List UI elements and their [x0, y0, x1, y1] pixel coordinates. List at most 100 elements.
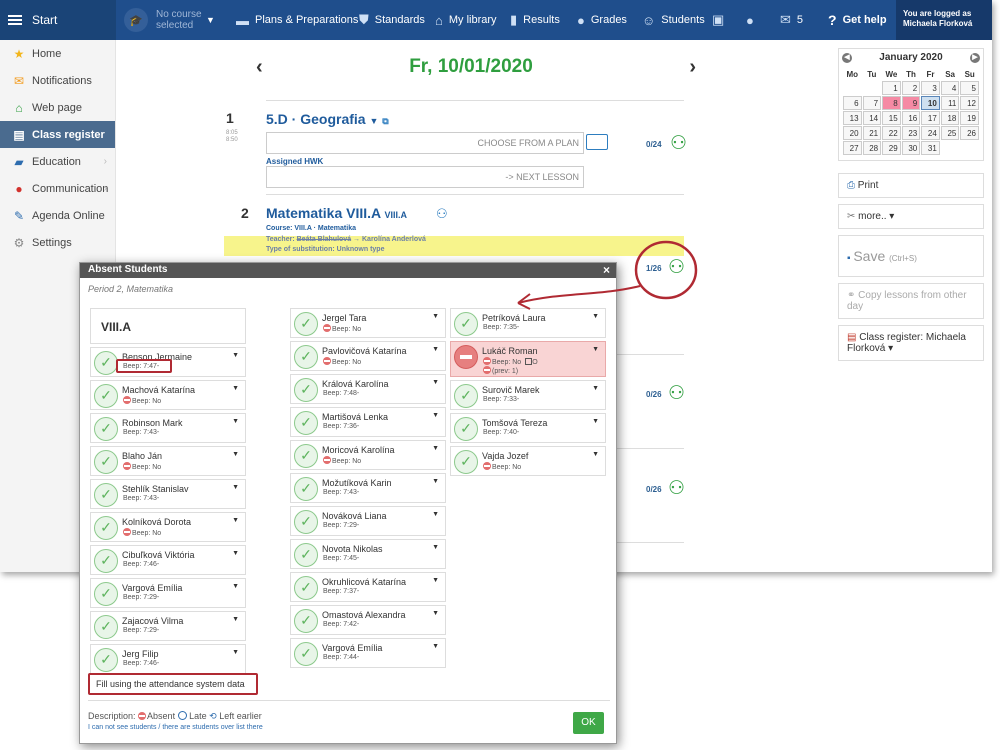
- calendar-day[interactable]: 20: [843, 126, 862, 140]
- close-icon[interactable]: ×: [603, 263, 610, 277]
- dropdown-caret-icon[interactable]: ▼: [592, 385, 599, 392]
- save-button[interactable]: ▪ Save (Ctrl+S): [838, 235, 984, 277]
- messages-button[interactable]: ✉ 5: [780, 0, 803, 40]
- students-attendance-icon[interactable]: ⚇: [670, 132, 687, 155]
- student-card[interactable]: ✓ Robinson Mark Beep: 7:43- ▼: [90, 413, 246, 443]
- present-check-icon[interactable]: ✓: [294, 477, 318, 501]
- present-check-icon[interactable]: ✓: [294, 312, 318, 336]
- present-check-icon[interactable]: ✓: [94, 549, 118, 573]
- calendar-day[interactable]: 27: [843, 141, 862, 155]
- present-check-icon[interactable]: ✓: [294, 576, 318, 600]
- dropdown-caret-icon[interactable]: ▼: [592, 313, 599, 320]
- calendar-day[interactable]: 6: [843, 96, 862, 110]
- present-check-icon[interactable]: ✓: [294, 543, 318, 567]
- student-card[interactable]: ✓ Jerg Filip Beep: 7:46- ▼: [90, 644, 246, 674]
- dropdown-caret-icon[interactable]: ▼: [592, 451, 599, 458]
- dropdown-caret-icon[interactable]: ▼: [432, 610, 439, 617]
- ok-button[interactable]: OK: [573, 712, 604, 734]
- calendar-day[interactable]: 29: [882, 141, 901, 155]
- nav-my-library[interactable]: ⌂ My library: [435, 0, 497, 40]
- more-button[interactable]: ✂ more.. ▾: [838, 204, 984, 229]
- next-day-button[interactable]: ›: [689, 56, 696, 79]
- dropdown-caret-icon[interactable]: ▼: [432, 313, 439, 320]
- student-card[interactable]: ✓ Blaho Ján Beep: No ▼: [90, 446, 246, 476]
- present-check-icon[interactable]: ✓: [294, 345, 318, 369]
- student-card[interactable]: ✓ Možutíková Karin Beep: 7:43- ▼: [290, 473, 446, 503]
- start-menu-button[interactable]: Start: [0, 0, 116, 40]
- lesson-title[interactable]: Matematika VIII.A VIII.A: [266, 205, 407, 221]
- present-check-icon[interactable]: ✓: [454, 312, 478, 336]
- calendar-day[interactable]: 8: [882, 96, 901, 110]
- students-attendance-icon[interactable]: ⚇: [668, 382, 685, 405]
- present-check-icon[interactable]: ✓: [94, 417, 118, 441]
- student-card[interactable]: ✓ Kolníková Dorota Beep: No ▼: [90, 512, 246, 542]
- dropdown-caret-icon[interactable]: ▼: [232, 418, 239, 425]
- student-card[interactable]: ✓ Petríková Laura Beep: 7:35- ▼: [450, 308, 606, 338]
- present-check-icon[interactable]: ✓: [294, 378, 318, 402]
- present-check-icon[interactable]: ✓: [94, 450, 118, 474]
- calendar-day[interactable]: 1: [882, 81, 901, 95]
- present-check-icon[interactable]: ✓: [294, 510, 318, 534]
- dropdown-caret-icon[interactable]: ▼: [232, 616, 239, 623]
- present-check-icon[interactable]: ✓: [454, 384, 478, 408]
- calendar-day[interactable]: 12: [960, 96, 979, 110]
- sidebar-item-agenda-online[interactable]: ✎ Agenda Online: [0, 202, 115, 229]
- dropdown-caret-icon[interactable]: ▼: [592, 346, 599, 353]
- chat-button[interactable]: ●: [746, 0, 760, 40]
- sidebar-item-notifications[interactable]: ✉ Notifications: [0, 67, 115, 94]
- copy-lessons-button[interactable]: ⚭ Copy lessons from other day: [838, 283, 984, 319]
- cant-see-students-link[interactable]: I can not see students / there are stude…: [88, 724, 263, 731]
- course-selector[interactable]: 🎓 No course selected ▼: [124, 6, 215, 34]
- student-card[interactable]: ✓ Stehlík Stanislav Beep: 7:43- ▼: [90, 479, 246, 509]
- dropdown-caret-icon[interactable]: ▼: [432, 544, 439, 551]
- sidebar-item-class-register[interactable]: ▤ Class register: [0, 121, 115, 148]
- dropdown-caret-icon[interactable]: ▼: [232, 649, 239, 656]
- student-card[interactable]: ✓ Martišová Lenka Beep: 7:36- ▼: [290, 407, 446, 437]
- plan-chooser[interactable]: CHOOSE FROM A PLAN: [266, 132, 584, 154]
- dropdown-caret-icon[interactable]: ▼: [232, 451, 239, 458]
- calendar-day[interactable]: 4: [940, 81, 960, 95]
- sidebar-item-settings[interactable]: ⚙ Settings: [0, 229, 115, 256]
- present-check-icon[interactable]: ✓: [94, 615, 118, 639]
- sidebar-item-web-page[interactable]: ⌂ Web page: [0, 94, 115, 121]
- dropdown-caret-icon[interactable]: ▼: [232, 583, 239, 590]
- dropdown-caret-icon[interactable]: ▼: [432, 577, 439, 584]
- student-card[interactable]: ✓ Tomšová Tereza Beep: 7:40- ▼: [450, 413, 606, 443]
- nav-plans-preparations[interactable]: ▬ Plans & Preparations: [236, 0, 358, 40]
- present-check-icon[interactable]: ✓: [94, 351, 118, 375]
- present-check-icon[interactable]: ✓: [94, 582, 118, 606]
- calendar-day[interactable]: 10: [921, 96, 940, 110]
- student-card[interactable]: ✓ Vargová Emília Beep: 7:44- ▼: [290, 638, 446, 668]
- dropdown-caret-icon[interactable]: ▼: [432, 445, 439, 452]
- calendar-day[interactable]: 13: [843, 111, 862, 125]
- calendar-day[interactable]: 14: [862, 111, 882, 125]
- calendar-day[interactable]: 15: [882, 111, 901, 125]
- sidebar-item-communication[interactable]: ● Communication ›: [0, 175, 115, 202]
- absent-status-icon[interactable]: [454, 345, 478, 369]
- calendar-day[interactable]: 25: [940, 126, 960, 140]
- briefcase-icon[interactable]: [586, 134, 608, 150]
- dropdown-caret-icon[interactable]: ▼: [232, 385, 239, 392]
- student-card[interactable]: ✓ Jergel Tara Beep: No ▼: [290, 308, 446, 338]
- dropdown-caret-icon[interactable]: ▼: [232, 484, 239, 491]
- calendar-day[interactable]: 16: [901, 111, 921, 125]
- present-check-icon[interactable]: ✓: [94, 516, 118, 540]
- dropdown-caret-icon[interactable]: ▼: [432, 346, 439, 353]
- present-check-icon[interactable]: ✓: [454, 417, 478, 441]
- student-card[interactable]: ✓ Surovič Marek Beep: 7:33- ▼: [450, 380, 606, 410]
- nav-students[interactable]: ☺ Students: [642, 0, 705, 40]
- calendar-day[interactable]: 31: [921, 141, 940, 155]
- calendar-day[interactable]: 22: [882, 126, 901, 140]
- dropdown-caret-icon[interactable]: ▼: [592, 418, 599, 425]
- students-attendance-icon[interactable]: ⚇: [668, 477, 685, 500]
- sidebar-item-education[interactable]: ▰ Education ›: [0, 148, 115, 175]
- calendar-day[interactable]: 21: [862, 126, 882, 140]
- present-check-icon[interactable]: ✓: [294, 609, 318, 633]
- student-card[interactable]: ✓ Nováková Liana Beep: 7:29- ▼: [290, 506, 446, 536]
- student-card[interactable]: ✓ Omastová Alexandra Beep: 7:42- ▼: [290, 605, 446, 635]
- nav-results[interactable]: ▮ Results: [510, 0, 560, 40]
- calendar-day[interactable]: 23: [901, 126, 921, 140]
- student-card[interactable]: ✓ Králová Karolína Beep: 7:48- ▼: [290, 374, 446, 404]
- calendar-prev-icon[interactable]: ◀: [842, 52, 852, 63]
- student-card[interactable]: ✓ Vajda Jozef Beep: No ▼: [450, 446, 606, 476]
